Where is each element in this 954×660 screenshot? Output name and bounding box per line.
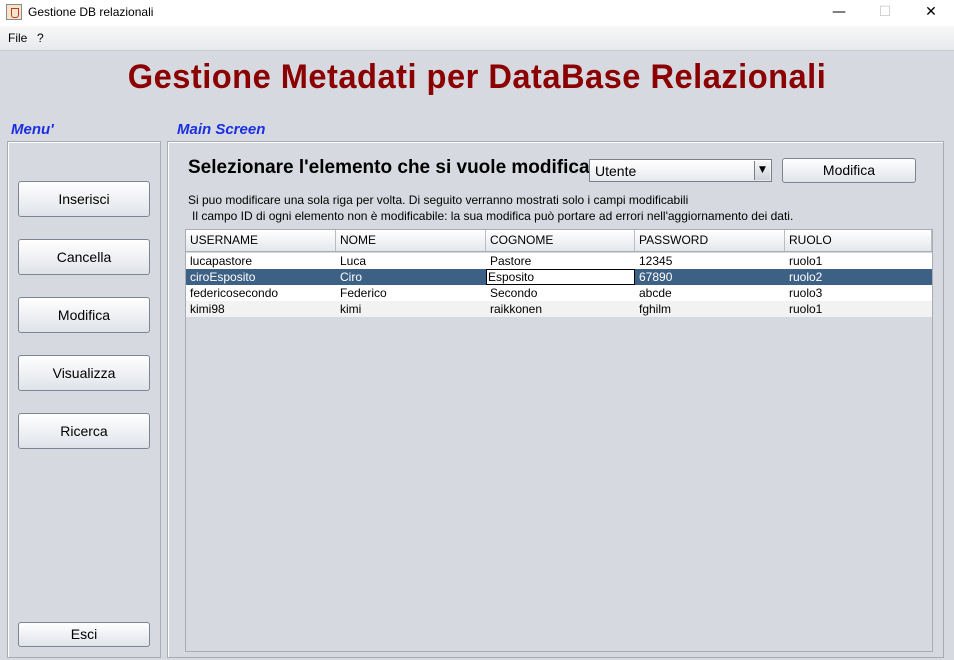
table-cell[interactable]: federicosecondo — [186, 285, 336, 301]
insert-button[interactable]: Inserisci — [18, 181, 150, 217]
apply-modify-button[interactable]: Modifica — [782, 158, 916, 183]
select-prompt: Selezionare l'elemento che si vuole modi… — [188, 157, 620, 178]
table-row[interactable]: lucapastore Luca Pastore 12345 ruolo1 — [186, 253, 932, 269]
table-cell[interactable]: Pastore — [486, 253, 635, 269]
delete-button[interactable]: Cancella — [18, 239, 150, 275]
main-section-label: Main Screen — [177, 121, 266, 138]
close-button[interactable]: ✕ — [908, 0, 954, 26]
app-heading: Gestione Metadati per DataBase Relaziona… — [127, 58, 827, 96]
table-row[interactable]: federicosecondo Federico Secondo abcde ruolo… — [186, 285, 932, 301]
table-cell[interactable]: ciroEsposito — [186, 269, 336, 285]
close-icon: ✕ — [925, 4, 937, 20]
table-cell[interactable]: raikkonen — [486, 301, 635, 317]
menu-section-label: Menu' — [11, 121, 54, 138]
info-line-1: Si puo modificare una sola riga per volt… — [188, 193, 689, 207]
menu-file[interactable]: File — [8, 31, 27, 45]
view-button[interactable]: Visualizza — [18, 355, 150, 391]
select-value: Utente — [595, 163, 637, 179]
menu-bar: File ? — [0, 26, 954, 51]
menu-help[interactable]: ? — [37, 31, 44, 45]
table-cell[interactable]: fghilm — [635, 301, 785, 317]
title-bar: Gestione DB relazionali ☐ — ✕ — [0, 0, 954, 26]
column-header[interactable]: USERNAME — [186, 230, 336, 251]
table-cell[interactable]: ruolo2 — [785, 269, 932, 285]
table-cell[interactable]: kimi — [336, 301, 486, 317]
window-title: Gestione DB relazionali — [28, 5, 154, 19]
table-cell[interactable]: 67890 — [635, 269, 785, 285]
table-cell[interactable]: kimi98 — [186, 301, 336, 317]
element-select[interactable]: Utente ▼ — [589, 159, 772, 182]
column-header[interactable]: COGNOME — [486, 230, 635, 251]
table-cell[interactable]: Luca — [336, 253, 486, 269]
table-cell[interactable]: ruolo1 — [785, 253, 932, 269]
column-header[interactable]: PASSWORD — [635, 230, 785, 251]
table-cell[interactable]: 12345 — [635, 253, 785, 269]
table-row[interactable]: ciroEsposito Ciro Esposito 67890 ruolo2 — [186, 269, 932, 285]
info-line-2: Il campo ID di ogni elemento non è modif… — [192, 209, 794, 223]
sidebar-panel — [7, 141, 161, 658]
table-header: USERNAME NOME COGNOME PASSWORD RUOLO — [186, 230, 932, 252]
java-app-icon — [6, 4, 22, 20]
minimize-button[interactable]: — — [816, 0, 862, 26]
dropdown-arrow-icon[interactable]: ▼ — [754, 161, 770, 180]
table-cell[interactable]: ruolo1 — [785, 301, 932, 317]
column-header[interactable]: NOME — [336, 230, 486, 251]
table-cell[interactable]: ruolo3 — [785, 285, 932, 301]
table-row[interactable]: kimi98 kimi raikkonen fghilm ruolo1 — [186, 301, 932, 317]
maximize-button: ☐ — [862, 0, 908, 26]
maximize-icon: ☐ — [878, 4, 892, 20]
modify-button[interactable]: Modifica — [18, 297, 150, 333]
table-cell[interactable]: Secondo — [486, 285, 635, 301]
table-cell[interactable]: lucapastore — [186, 253, 336, 269]
exit-button[interactable]: Esci — [18, 622, 150, 647]
table-cell[interactable]: Ciro — [336, 269, 486, 285]
users-table[interactable]: USERNAME NOME COGNOME PASSWORD RUOLO lucapas… — [185, 229, 933, 652]
search-button[interactable]: Ricerca — [18, 413, 150, 449]
cell-editor[interactable]: Esposito — [486, 269, 635, 285]
table-cell[interactable]: abcde — [635, 285, 785, 301]
table-cell[interactable]: Federico — [336, 285, 486, 301]
column-header[interactable]: RUOLO — [785, 230, 932, 251]
minimize-icon: — — [832, 4, 846, 20]
